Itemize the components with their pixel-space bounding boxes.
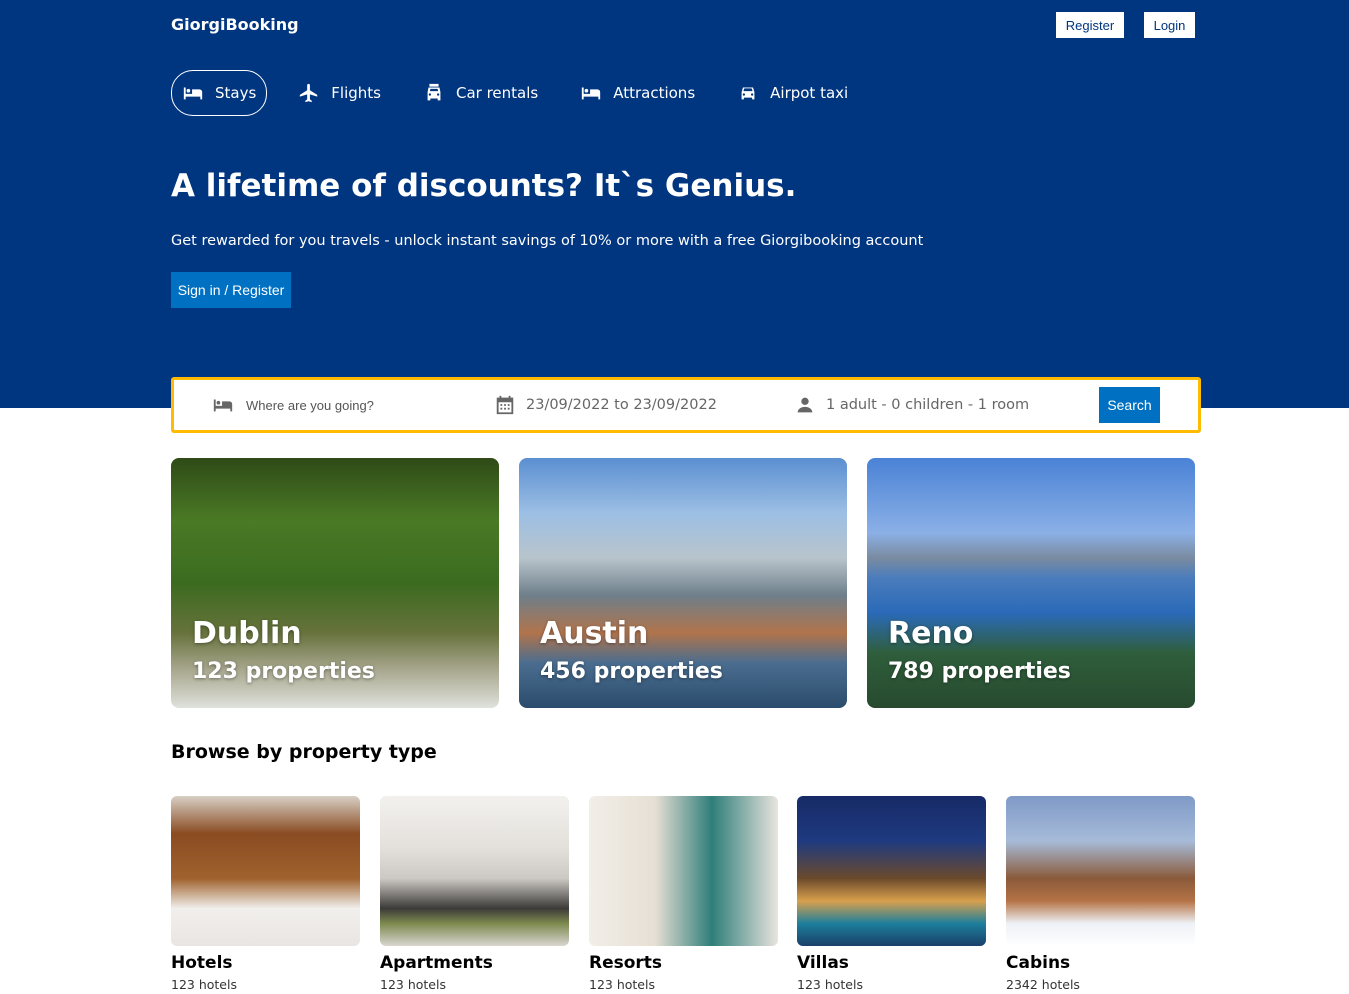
featured-city: Dublin (192, 616, 302, 651)
property-card-cabins[interactable]: Cabins 2342 hotels (1006, 796, 1195, 992)
property-image (171, 796, 360, 946)
property-name: Resorts (589, 953, 663, 973)
plane-icon (300, 83, 318, 103)
nav-item-label: Car rentals (455, 84, 539, 102)
sign-in-register-button[interactable]: Sign in / Register (171, 272, 291, 308)
nav-item-flights[interactable]: Flights (287, 70, 392, 116)
nav-item-attractions[interactable]: Attractions (569, 70, 706, 116)
property-image (380, 796, 569, 946)
property-type-heading: Browse by property type (171, 741, 437, 763)
property-count: 123 hotels (589, 977, 655, 992)
header-banner: GiorgiBooking Register Login Stays Fligh… (0, 0, 1349, 408)
hero-subtitle: Get rewarded for you travels - unlock in… (171, 233, 924, 249)
featured-properties: 123 properties (192, 659, 375, 684)
car-rental-icon (427, 83, 441, 101)
date-range-text: 23/09/2022 to 23/09/2022 (526, 397, 717, 413)
nav-item-stays[interactable]: Stays (171, 70, 268, 116)
register-button[interactable]: Register (1056, 12, 1124, 38)
search-bar: 23/09/2022 to 23/09/2022 1 adult - 0 chi… (171, 377, 1201, 433)
property-card-hotels[interactable]: Hotels 123 hotels (171, 796, 360, 992)
property-card-villas[interactable]: Villas 123 hotels (797, 796, 986, 992)
nav-item-car-rentals[interactable]: Car rentals (412, 70, 549, 116)
guests-field[interactable]: 1 adult - 0 children - 1 room (794, 380, 1029, 430)
date-range-field[interactable]: 23/09/2022 to 23/09/2022 (494, 380, 717, 430)
featured-properties: 789 properties (888, 659, 1071, 684)
bed-icon (213, 399, 233, 412)
property-card-apartments[interactable]: Apartments 123 hotels (380, 796, 569, 992)
property-image (1006, 796, 1195, 946)
hero-title: A lifetime of discounts? It`s Genius. (171, 168, 797, 204)
nav-item-label: Airpot taxi (770, 84, 849, 102)
destination-field[interactable] (212, 380, 448, 430)
site-logo[interactable]: GiorgiBooking (171, 15, 299, 34)
taxi-icon (741, 87, 755, 100)
property-name: Apartments (380, 953, 493, 973)
featured-properties: 456 properties (540, 659, 723, 684)
property-image (797, 796, 986, 946)
nav-item-label: Stays (215, 84, 257, 102)
nav-item-airport-taxi[interactable]: Airpot taxi (726, 70, 859, 116)
featured-card-dublin[interactable]: Dublin 123 properties (171, 458, 499, 708)
search-button[interactable]: Search (1099, 387, 1160, 423)
bed-icon (582, 87, 601, 100)
property-count: 123 hotels (797, 977, 863, 992)
nav-item-label: Flights (331, 84, 381, 102)
property-card-resorts[interactable]: Resorts 123 hotels (589, 796, 778, 992)
property-image (589, 796, 778, 946)
destination-input[interactable] (244, 396, 448, 414)
featured-card-austin[interactable]: Austin 456 properties (519, 458, 847, 708)
featured-city: Reno (888, 616, 974, 651)
guests-text: 1 adult - 0 children - 1 room (826, 397, 1030, 413)
property-name: Hotels (171, 953, 233, 973)
featured-city: Austin (540, 616, 649, 651)
property-count: 123 hotels (171, 977, 237, 992)
bed-icon (183, 87, 203, 100)
property-name: Cabins (1006, 953, 1071, 973)
person-icon (797, 397, 813, 413)
login-button[interactable]: Login (1144, 12, 1195, 38)
property-count: 2342 hotels (1006, 977, 1080, 992)
calendar-icon (496, 395, 514, 415)
main-nav: Stays Flights Car rentals Attractions Ai… (171, 70, 879, 116)
property-name: Villas (797, 953, 849, 973)
property-count: 123 hotels (380, 977, 446, 992)
nav-item-label: Attractions (613, 84, 696, 102)
featured-card-reno[interactable]: Reno 789 properties (867, 458, 1195, 708)
